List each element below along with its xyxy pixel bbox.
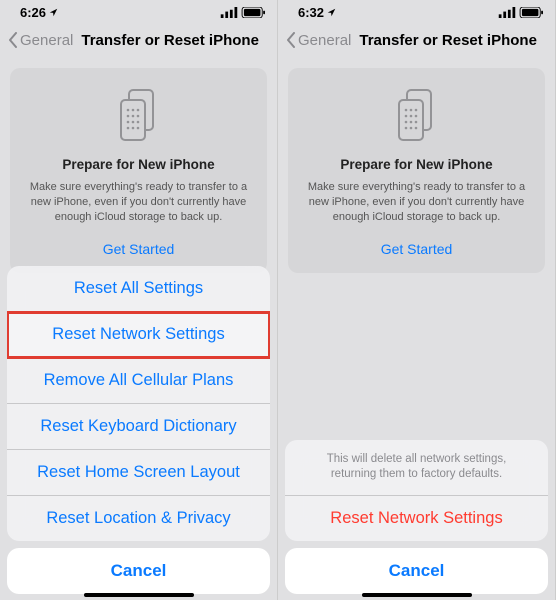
reset-location-privacy-button[interactable]: Reset Location & Privacy (7, 496, 270, 541)
reset-all-settings-button[interactable]: Reset All Settings (7, 266, 270, 312)
page-title: Transfer or Reset iPhone (81, 32, 259, 49)
confirm-reset-network-button[interactable]: Reset Network Settings (285, 496, 548, 541)
battery-icon (241, 7, 267, 18)
remove-cellular-plans-button[interactable]: Remove All Cellular Plans (7, 358, 270, 404)
card-title: Prepare for New iPhone (24, 157, 253, 172)
prepare-card: Prepare for New iPhone Make sure everyth… (288, 68, 545, 273)
iphone-pair-icon (389, 86, 445, 142)
battery-icon (519, 7, 545, 18)
sheet-warning-text: This will delete all network settings, r… (285, 440, 548, 496)
cancel-button[interactable]: Cancel (7, 548, 270, 594)
get-started-link[interactable]: Get Started (302, 241, 531, 257)
back-button[interactable]: General (8, 32, 73, 49)
status-bar: 6:26 (0, 0, 277, 22)
back-label: General (298, 32, 351, 49)
status-time: 6:32 (298, 5, 324, 20)
location-icon (49, 8, 58, 17)
home-indicator[interactable] (362, 593, 472, 597)
phone-screen-left: 6:26 General Transfer or Reset iPhone Pr… (0, 0, 278, 600)
status-time: 6:26 (20, 5, 46, 20)
signal-icon (498, 7, 516, 18)
nav-bar: General Transfer or Reset iPhone (0, 22, 277, 58)
card-desc: Make sure everything's ready to transfer… (302, 180, 531, 225)
get-started-link[interactable]: Get Started (24, 241, 253, 257)
signal-icon (220, 7, 238, 18)
card-title: Prepare for New iPhone (302, 157, 531, 172)
sheet-options-group: Reset All Settings Reset Network Setting… (7, 266, 270, 541)
reset-keyboard-dictionary-button[interactable]: Reset Keyboard Dictionary (7, 404, 270, 450)
nav-bar: General Transfer or Reset iPhone (278, 22, 555, 58)
reset-network-settings-button[interactable]: Reset Network Settings (7, 312, 270, 358)
action-sheet: Reset All Settings Reset Network Setting… (0, 266, 277, 600)
action-sheet-confirm: This will delete all network settings, r… (278, 440, 555, 600)
sheet-confirm-group: This will delete all network settings, r… (285, 440, 548, 541)
page-title: Transfer or Reset iPhone (359, 32, 537, 49)
reset-home-screen-button[interactable]: Reset Home Screen Layout (7, 450, 270, 496)
phone-screen-right: 6:32 General Transfer or Reset iPhone Pr… (278, 0, 556, 600)
status-bar: 6:32 (278, 0, 555, 22)
card-desc: Make sure everything's ready to transfer… (24, 180, 253, 225)
home-indicator[interactable] (84, 593, 194, 597)
location-icon (327, 8, 336, 17)
iphone-pair-icon (111, 86, 167, 142)
chevron-left-icon (8, 32, 18, 48)
cancel-button[interactable]: Cancel (285, 548, 548, 594)
back-button[interactable]: General (286, 32, 351, 49)
back-label: General (20, 32, 73, 49)
prepare-card: Prepare for New iPhone Make sure everyth… (10, 68, 267, 273)
chevron-left-icon (286, 32, 296, 48)
